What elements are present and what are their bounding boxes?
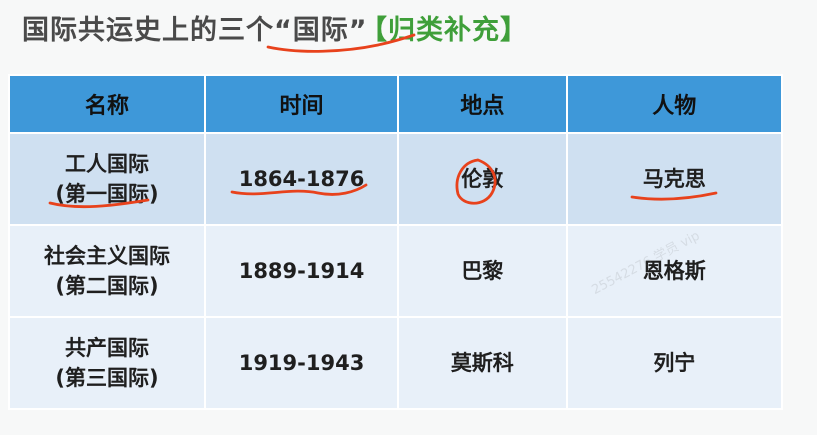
header-person: 人物 [565, 74, 784, 134]
page-title: 国际共运史上的三个“国际” 【归类补充】 [22, 8, 528, 47]
name-alias: (第二国际) [55, 274, 159, 298]
cell-time: 1919-1943 [204, 316, 400, 410]
cell-name: 共产国际 (第三国际) [7, 316, 207, 410]
header-time: 时间 [204, 74, 400, 134]
name-alias: (第一国际) [55, 182, 159, 206]
name-main: 社会主义国际 [44, 243, 171, 268]
cell-time: 1889-1914 [204, 224, 400, 318]
cell-name: 工人国际 (第一国际) [7, 132, 207, 226]
title-category-tag: 【归类补充】 [373, 15, 528, 46]
table-row: 工人国际 (第一国际) 1864-1876 伦敦 马克思 [7, 132, 784, 226]
cell-place: 伦敦 [397, 132, 568, 226]
table-row: 共产国际 (第三国际) 1919-1943 莫斯科 列宁 [7, 316, 784, 410]
cell-person: 马克思 [565, 132, 784, 226]
header-place: 地点 [397, 74, 568, 134]
name-main: 工人国际 [65, 151, 150, 176]
cell-name: 社会主义国际 (第二国际) [7, 224, 207, 318]
title-main: 国际共运史上的三个“国际” [22, 15, 368, 46]
name-alias: (第三国际) [55, 366, 159, 390]
header-name: 名称 [7, 74, 207, 134]
cell-place: 莫斯科 [397, 316, 568, 410]
cell-place: 巴黎 [397, 224, 568, 318]
name-main: 共产国际 [65, 335, 150, 360]
cell-person: 列宁 [565, 316, 784, 410]
cell-time: 1864-1876 [204, 132, 400, 226]
table-header-row: 名称 时间 地点 人物 [7, 74, 784, 134]
